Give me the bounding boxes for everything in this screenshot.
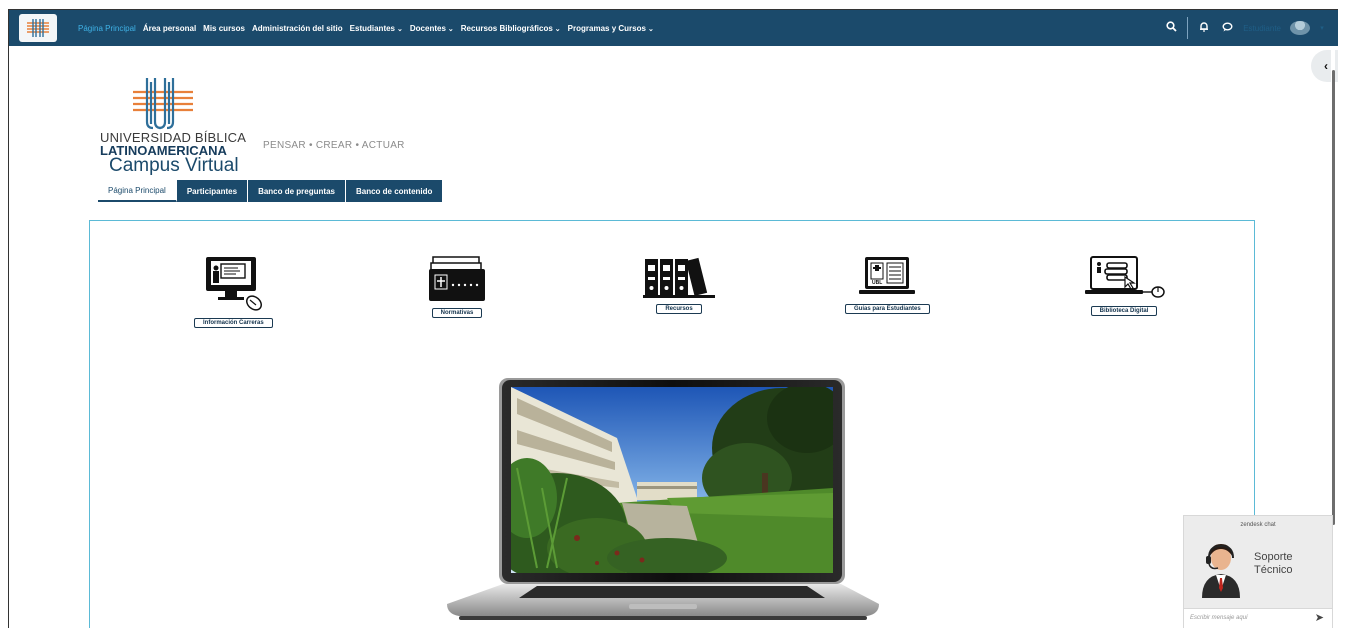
presentation-monitor-icon bbox=[206, 257, 263, 311]
quick-link-label[interactable]: Guías para Estudiantes bbox=[845, 304, 930, 314]
tab-participantes[interactable]: Participantes bbox=[176, 180, 249, 202]
chat-message-input[interactable]: Escribir mensaje aquí bbox=[1184, 608, 1332, 628]
site-logo-icon[interactable] bbox=[19, 14, 57, 42]
campus-laptop-image bbox=[447, 378, 879, 628]
chat-bubble-icon[interactable] bbox=[1220, 22, 1234, 35]
nav-link-label: Página Principal bbox=[78, 23, 136, 33]
user-name[interactable]: Estudiante bbox=[1243, 24, 1281, 33]
user-avatar[interactable] bbox=[1290, 21, 1310, 35]
chat-title-line1: Soporte bbox=[1254, 551, 1293, 563]
search-icon[interactable] bbox=[1164, 21, 1178, 35]
nav-link-label: Docentes bbox=[409, 23, 446, 33]
laptop-guide-icon: UBL bbox=[859, 257, 916, 294]
quick-link-biblioteca-digital[interactable]: Biblioteca Digital bbox=[1081, 255, 1167, 316]
bell-icon[interactable] bbox=[1197, 21, 1211, 35]
nav-link-área-personal[interactable]: Área personal bbox=[143, 24, 196, 33]
nav-link-administración-del-sitio[interactable]: Administración del sitio bbox=[252, 24, 343, 33]
chevron-down-icon: ⌄ bbox=[554, 25, 561, 33]
tab-banco-de-contenido[interactable]: Banco de contenido bbox=[345, 180, 444, 202]
university-motto: PENSAR • CREAR • ACTUAR bbox=[263, 140, 405, 151]
tab-banco-de-preguntas[interactable]: Banco de preguntas bbox=[248, 180, 346, 202]
tab-página-principal[interactable]: Página Principal bbox=[98, 180, 177, 202]
main-menu: Página Principal Área personal Mis cursos A… bbox=[78, 24, 661, 33]
quick-link-label[interactable]: Información Carreras bbox=[194, 318, 273, 328]
nav-link-label: Área personal bbox=[142, 23, 197, 33]
nav-link-label: Administración del sitio bbox=[251, 23, 343, 33]
nav-link-mis-cursos[interactable]: Mis cursos bbox=[203, 24, 245, 33]
chevron-down-icon: ⌄ bbox=[447, 25, 454, 33]
quick-link-informacion-carreras[interactable]: Información Carreras bbox=[194, 255, 273, 328]
nav-link-label: Recursos Bibliográficos bbox=[460, 23, 553, 33]
quick-link-normativas[interactable]: Normativas bbox=[423, 255, 491, 318]
scrollbar-thumb[interactable] bbox=[1332, 70, 1335, 525]
browser-frame: Página Principal Área personal Mis cursos A… bbox=[8, 9, 1338, 628]
nav-link-label: Estudiantes bbox=[349, 23, 395, 33]
nav-link-estudiantes[interactable]: Estudiantes ⌄ bbox=[350, 24, 403, 33]
chat-provider: zendesk chat bbox=[1240, 522, 1276, 528]
chevron-down-icon: ⌄ bbox=[397, 25, 403, 33]
nav-link-página-principal[interactable]: Página Principal bbox=[78, 24, 136, 33]
navbar-actions: Estudiante ▾ bbox=[1164, 10, 1325, 46]
nav-link-programas-y-cursos[interactable]: Programas y Cursos ⌄ bbox=[568, 24, 654, 33]
digital-library-icon bbox=[1085, 256, 1165, 298]
support-chat-widget[interactable]: zendesk chat Soporte Técnico Escribir me… bbox=[1183, 515, 1333, 628]
nav-link-label: Programas y Cursos bbox=[567, 23, 646, 33]
nav-link-label: Mis cursos bbox=[203, 23, 245, 33]
document-tray-icon bbox=[429, 256, 485, 301]
quick-link-label[interactable]: Biblioteca Digital bbox=[1090, 306, 1158, 316]
quick-link-label[interactable]: Recursos bbox=[656, 304, 702, 314]
top-navbar: Página Principal Área personal Mis cursos A… bbox=[9, 10, 1338, 46]
page-title: Campus Virtual bbox=[109, 155, 239, 176]
quick-link-recursos[interactable]: Recursos bbox=[641, 255, 717, 314]
course-tabs: Página Principal Participantes Banco de pr… bbox=[98, 180, 444, 202]
svg-text:UBL: UBL bbox=[872, 280, 882, 286]
chat-title: Soporte Técnico bbox=[1254, 551, 1293, 577]
nav-link-recursos-bibliográficos[interactable]: Recursos Bibliográficos ⌄ bbox=[461, 24, 561, 33]
binders-icon bbox=[643, 257, 715, 298]
send-icon[interactable]: ➤ bbox=[1315, 611, 1324, 624]
chevron-left-icon: ‹ bbox=[1324, 59, 1328, 73]
chat-title-line2: Técnico bbox=[1254, 564, 1293, 576]
university-logo bbox=[133, 78, 193, 135]
nav-link-docentes[interactable]: Docentes ⌄ bbox=[410, 24, 454, 33]
chevron-down-icon: ⌄ bbox=[647, 25, 654, 33]
support-agent-avatar bbox=[1198, 540, 1244, 603]
quick-link-label[interactable]: Normativas bbox=[431, 308, 483, 318]
chevron-down-icon[interactable]: ▾ bbox=[1319, 24, 1325, 32]
quick-link-guias-estudiantes[interactable]: UBL Guías para Estudiantes bbox=[845, 255, 930, 314]
navbar-divider bbox=[1187, 17, 1189, 39]
